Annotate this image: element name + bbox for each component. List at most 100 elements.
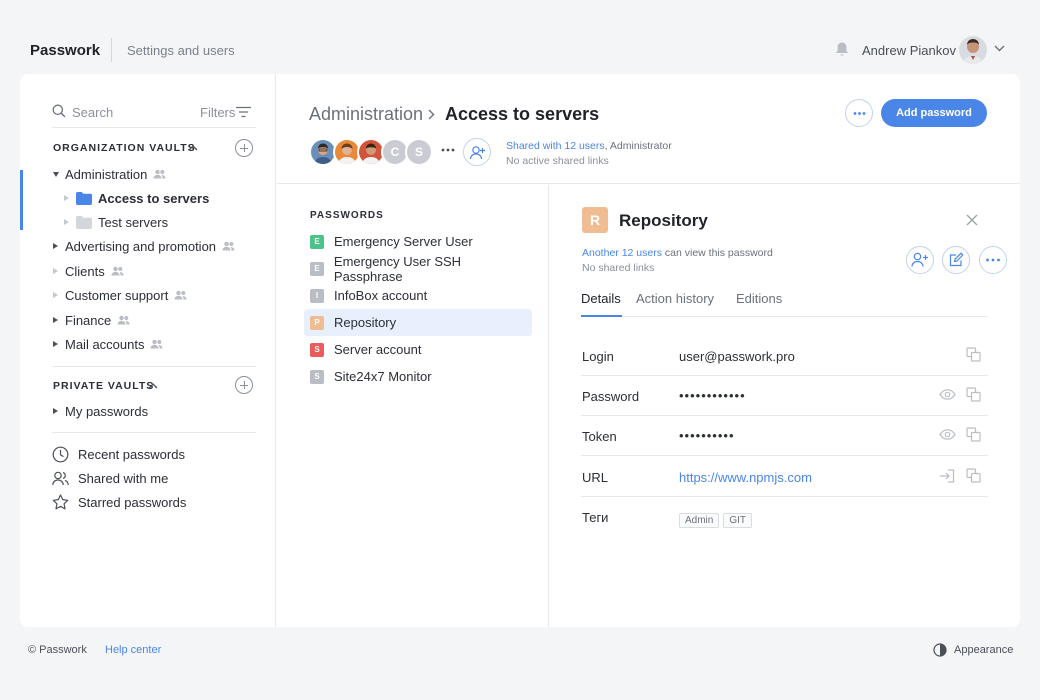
vault-item-my-passwords[interactable]: My passwords <box>53 401 148 421</box>
tag-list: Admin GIT <box>679 511 756 528</box>
bell-icon[interactable] <box>834 41 850 58</box>
breadcrumb-parent[interactable]: Administration <box>309 104 423 125</box>
folder-more-button[interactable] <box>845 99 873 127</box>
avatar[interactable]: S <box>405 138 433 166</box>
users-icon <box>150 339 163 349</box>
copy-icon[interactable] <box>966 347 981 362</box>
tag[interactable]: Admin <box>679 513 720 528</box>
more-users-icon[interactable] <box>441 148 455 152</box>
contrast-icon[interactable] <box>933 643 947 657</box>
search-divider <box>52 127 256 128</box>
password-item[interactable]: E Emergency User SSH Passphrase <box>304 254 532 284</box>
caret-right-icon[interactable] <box>64 219 69 225</box>
caret-right-icon[interactable] <box>53 317 58 323</box>
password-more-button[interactable] <box>979 246 1007 274</box>
folder-icon <box>76 215 92 229</box>
share-folder-button[interactable] <box>463 138 491 166</box>
search-input[interactable]: Search <box>72 105 113 120</box>
caret-down-icon[interactable] <box>53 171 59 177</box>
add-user-icon <box>469 146 485 160</box>
password-value[interactable]: •••••••••••• <box>679 388 746 403</box>
vault-item-mail-accounts[interactable]: Mail accounts <box>53 334 163 354</box>
eye-icon[interactable] <box>939 389 956 400</box>
appearance-button[interactable]: Appearance <box>954 644 1013 656</box>
add-org-vault-button[interactable] <box>235 139 253 157</box>
password-item[interactable]: E Emergency Server User <box>304 228 532 255</box>
folder-item-test-servers[interactable]: Test servers <box>64 212 168 232</box>
caret-right-icon[interactable] <box>53 408 58 414</box>
close-icon[interactable] <box>966 214 978 226</box>
app-logo[interactable]: Passwork <box>30 42 100 59</box>
chevron-up-icon[interactable] <box>188 144 198 151</box>
detail-shared-link[interactable]: Another 12 users <box>582 247 662 259</box>
caret-right-icon[interactable] <box>53 268 58 274</box>
sidebar: Search Filters ORGANIZATION VAULTS Admin… <box>20 74 276 627</box>
copy-icon[interactable] <box>966 468 981 483</box>
help-center-link[interactable]: Help center <box>105 644 161 656</box>
tab-action-history[interactable]: Action history <box>636 291 714 306</box>
field-label: Теги <box>582 510 609 525</box>
users-icon <box>174 290 187 300</box>
field-label: Password <box>582 389 640 404</box>
open-link-icon[interactable] <box>939 469 955 483</box>
caret-right-icon[interactable] <box>53 341 58 347</box>
edit-password-button[interactable] <box>942 246 970 274</box>
add-private-vault-button[interactable] <box>235 376 253 394</box>
page-title: Access to servers <box>445 104 600 124</box>
search-icon[interactable] <box>52 104 66 118</box>
active-indicator <box>20 170 23 230</box>
password-label: Server account <box>334 342 422 357</box>
filter-icon[interactable] <box>236 106 251 118</box>
password-letter-badge: E <box>310 234 324 249</box>
password-item[interactable]: S Server account <box>304 336 532 363</box>
users-icon <box>153 169 166 179</box>
password-detail: R Repository Another 12 users can view t… <box>550 185 1020 627</box>
shared-suffix: , Administrator <box>604 140 672 152</box>
caret-right-icon[interactable] <box>53 243 58 249</box>
caret-right-icon[interactable] <box>53 292 58 298</box>
folder-header: Administration Access to servers C S Sha… <box>277 74 1020 184</box>
nav-shared-with-me[interactable]: Shared with me <box>52 468 168 488</box>
password-item[interactable]: S Site24x7 Monitor <box>304 363 532 390</box>
tab-details[interactable]: Details <box>581 291 621 306</box>
chevron-down-icon[interactable] <box>994 45 1005 52</box>
share-password-button[interactable] <box>906 246 934 274</box>
header-section-link[interactable]: Settings and users <box>127 43 235 58</box>
field-label: Token <box>582 429 617 444</box>
shared-users-link[interactable]: Shared with 12 users <box>506 140 605 152</box>
vault-item-clients[interactable]: Clients <box>53 261 124 281</box>
add-password-button[interactable]: Add password <box>881 99 987 127</box>
token-value[interactable]: •••••••••• <box>679 428 735 443</box>
vault-item-administration[interactable]: Administration <box>53 164 166 184</box>
user-name[interactable]: Andrew Piankov <box>862 43 956 58</box>
vault-item-advertising[interactable]: Advertising and promotion <box>53 236 235 256</box>
vault-item-finance[interactable]: Finance <box>53 310 130 330</box>
chevron-up-icon[interactable] <box>148 382 158 389</box>
users-icon <box>222 241 235 251</box>
caret-right-icon[interactable] <box>64 195 69 201</box>
field-label: Login <box>582 349 614 364</box>
password-item[interactable]: I InfoBox account <box>304 282 532 309</box>
folder-label: Test servers <box>98 214 169 230</box>
add-user-icon <box>911 252 928 267</box>
more-horizontal-icon <box>986 258 1000 262</box>
folder-item-access-to-servers[interactable]: Access to servers <box>64 188 209 208</box>
nav-recent-passwords[interactable]: Recent passwords <box>52 444 185 464</box>
user-avatar[interactable] <box>959 36 987 64</box>
eye-icon[interactable] <box>939 429 956 440</box>
copy-icon[interactable] <box>966 387 981 402</box>
tab-editions[interactable]: Editions <box>736 291 782 306</box>
filters-button[interactable]: Filters <box>200 105 235 120</box>
tag[interactable]: GIT <box>723 513 753 528</box>
nav-label: Shared with me <box>78 470 169 486</box>
active-tab-indicator <box>581 315 622 317</box>
copy-icon[interactable] <box>966 427 981 442</box>
nav-starred-passwords[interactable]: Starred passwords <box>52 492 186 512</box>
url-link[interactable]: https://www.npmjs.com <box>679 470 812 485</box>
login-value[interactable]: user@passwork.pro <box>679 349 795 364</box>
field-row-password: Password •••••••••••• <box>581 376 988 416</box>
password-letter-badge: S <box>310 342 324 357</box>
vault-item-customer-support[interactable]: Customer support <box>53 285 187 305</box>
password-item-selected[interactable]: P Repository <box>304 309 532 336</box>
vault-label: Advertising and promotion <box>65 238 217 254</box>
